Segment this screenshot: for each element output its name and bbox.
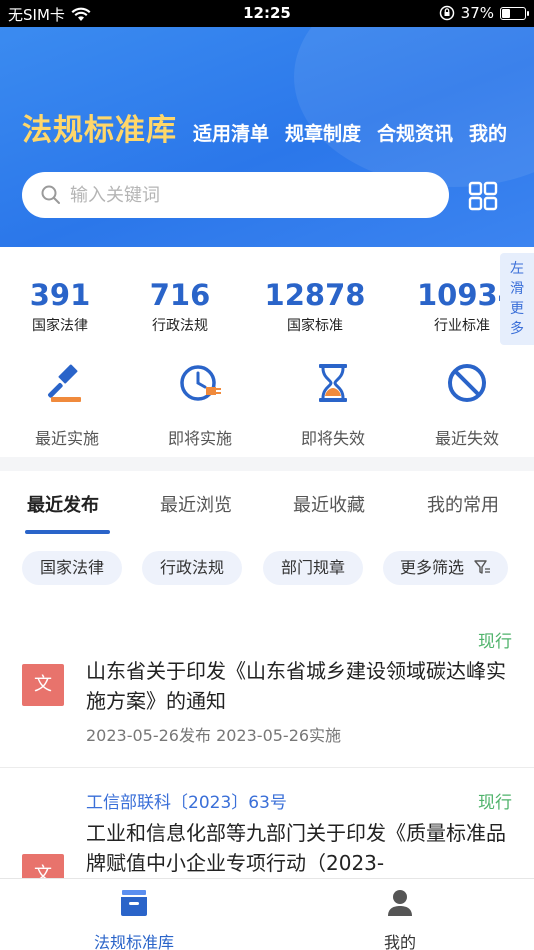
chip-label: 部门规章 <box>280 558 345 577</box>
stat-label: 行政法规 <box>152 318 208 334</box>
battery-percent: 37% <box>460 4 494 22</box>
stat-label: 国家标准 <box>287 318 343 334</box>
quick-label: 最近实施 <box>34 429 99 448</box>
status-badge: 现行 <box>478 793 512 813</box>
stat-value: 10934 <box>417 278 500 312</box>
hourglass-icon <box>319 364 347 402</box>
nav-tab-applicable-list[interactable]: 适用清单 <box>193 119 269 146</box>
tab-recently-viewed[interactable]: 最近浏览 <box>160 491 232 517</box>
search-input[interactable] <box>70 184 410 206</box>
search-bar[interactable] <box>22 172 449 218</box>
chip-more-filters[interactable]: 更多筛选 <box>383 551 508 585</box>
stat-national-law[interactable]: 391 国家法律 <box>0 277 125 335</box>
prohibited-icon <box>448 364 486 402</box>
bottom-nav-label: 我的 <box>383 933 416 950</box>
stat-label: 行业标准 <box>434 318 490 334</box>
chip-label: 国家法律 <box>39 558 104 577</box>
quick-label: 即将失效 <box>300 429 365 448</box>
filter-chips: 国家法律 行政法规 部门规章 更多筛选 <box>0 551 534 587</box>
swipe-more-text: 左滑更多 <box>510 261 524 337</box>
document-number: 工信部联科〔2023〕63号 <box>86 793 287 813</box>
orientation-lock-icon <box>439 5 454 21</box>
quick-upcoming-expiry[interactable]: 即将失效 <box>278 361 388 449</box>
quick-recently-expired[interactable]: 最近失效 <box>412 361 522 449</box>
quick-label: 最近失效 <box>434 429 499 448</box>
chip-department-rules[interactable]: 部门规章 <box>263 551 363 585</box>
quick-label: 即将实施 <box>167 429 232 448</box>
search-icon <box>41 185 60 204</box>
header: 法规标准库 适用清单 规章制度 合规资讯 我的 <box>0 27 534 247</box>
nav-tab-regulations[interactable]: 规章制度 <box>285 119 361 146</box>
gavel-icon <box>48 364 81 402</box>
nav-tab-mine[interactable]: 我的 <box>469 119 507 146</box>
stat-value: 716 <box>149 278 211 312</box>
chip-national-law[interactable]: 国家法律 <box>22 551 122 585</box>
list-item[interactable]: 现行 文 山东省关于印发《山东省城乡建设领域碳达峰实施方案》的通知 2023-0… <box>0 620 534 767</box>
tab-my-frequent[interactable]: 我的常用 <box>427 491 499 517</box>
list-tabs: 最近发布 最近浏览 最近收藏 我的常用 <box>0 471 534 541</box>
grid-menu-icon[interactable] <box>468 181 498 211</box>
document-title: 山东省关于印发《山东省城乡建设领域碳达峰实施方案》的通知 <box>86 659 506 713</box>
nav-tab-compliance-news[interactable]: 合规资讯 <box>377 119 453 146</box>
top-nav: 法规标准库 适用清单 规章制度 合规资讯 我的 <box>22 105 523 149</box>
library-icon <box>121 890 147 916</box>
quick-recently-effective[interactable]: 最近实施 <box>12 361 122 449</box>
active-tab-indicator <box>25 530 110 534</box>
stat-administrative-regulation[interactable]: 716 行政法规 <box>115 277 245 335</box>
document-icon: 文 <box>22 854 64 878</box>
stat-value: 391 <box>29 278 91 312</box>
swipe-more-hint[interactable]: 左滑更多 <box>500 253 534 345</box>
stat-label: 国家法律 <box>32 318 88 334</box>
list-item[interactable]: 工信部联科〔2023〕63号 现行 文 工业和信息化部等九部门关于印发《质量标准… <box>0 768 534 878</box>
tab-recently-favorited[interactable]: 最近收藏 <box>293 491 365 517</box>
tab-recently-published[interactable]: 最近发布 <box>27 491 99 517</box>
stat-value: 12878 <box>264 278 366 312</box>
clock-plug-icon <box>180 365 221 401</box>
stat-national-standard[interactable]: 12878 国家标准 <box>250 277 380 335</box>
chip-label: 更多筛选 <box>399 558 464 577</box>
stat-industry-standard[interactable]: 10934 行业标准 <box>400 277 500 335</box>
status-bar: 无SIM卡 12:25 37% <box>0 0 534 27</box>
document-icon: 文 <box>22 664 64 706</box>
bottom-nav-label: 法规标准库 <box>93 933 174 950</box>
stats-panel: 391 国家法律 716 行政法规 12878 国家标准 10934 行业标准 … <box>0 247 534 457</box>
status-badge: 现行 <box>478 632 512 652</box>
quick-upcoming-effective[interactable]: 即将实施 <box>145 361 255 449</box>
document-dates: 2023-05-26发布 2023-05-26实施 <box>86 726 342 745</box>
bottom-nav-mine[interactable]: 我的 <box>330 887 470 950</box>
filter-icon <box>474 560 491 574</box>
bottom-nav: 法规标准库 我的 <box>0 878 534 950</box>
chip-label: 行政法规 <box>159 558 224 577</box>
chip-administrative-regulation[interactable]: 行政法规 <box>142 551 242 585</box>
document-title: 工业和信息化部等九部门关于印发《质量标准品牌赋值中小企业专项行动（2023- <box>86 821 506 875</box>
battery-icon <box>500 6 529 20</box>
section-divider <box>0 457 534 471</box>
nav-brand-title[interactable]: 法规标准库 <box>22 105 177 149</box>
person-icon <box>388 890 412 916</box>
bottom-nav-library[interactable]: 法规标准库 <box>64 887 204 950</box>
